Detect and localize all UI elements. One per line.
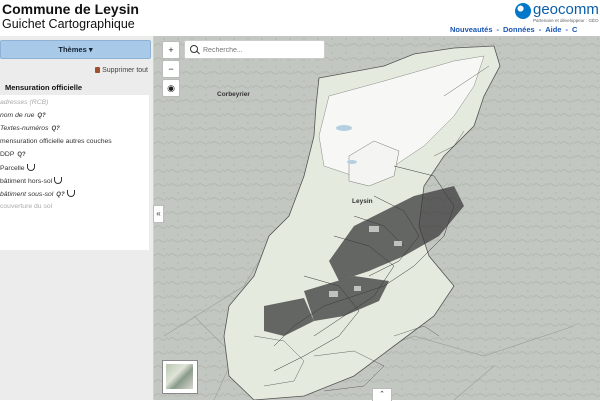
layer-item-textes-numeros[interactable]: Textes-numéros Q? <box>0 125 60 132</box>
logo-tagline: Partenaire et développeur : GÉO <box>533 18 599 23</box>
page-subtitle: Guichet Cartographique <box>2 17 135 31</box>
magnet-icon[interactable] <box>54 177 63 184</box>
top-nav: Nouveautés - Données - Aide - C <box>450 25 577 34</box>
remove-all-label: Supprimer tout <box>102 67 148 74</box>
nav-separator: - <box>565 25 568 34</box>
magnet-icon[interactable] <box>26 164 35 171</box>
nav-nouveautes[interactable]: Nouveautés <box>450 25 493 34</box>
layer-label: Textes-numéros <box>0 125 49 132</box>
sidebar: Thèmes ▾ Supprimer tout Mensuration offi… <box>0 36 154 400</box>
layer-item-couverture-du-sol[interactable]: couverture du sol <box>0 203 52 210</box>
remove-all-button[interactable]: Supprimer tout <box>95 67 148 74</box>
layer-item-batiment-sous-sol[interactable]: bâtiment sous-sol Q? <box>0 190 75 198</box>
search-input[interactable] <box>201 43 323 57</box>
logo-icon <box>515 3 531 19</box>
search-field[interactable] <box>184 40 325 59</box>
logo-text: geocomm <box>533 1 599 18</box>
page-title: Commune de Leysin <box>2 1 139 17</box>
search-icon <box>190 45 198 53</box>
layer-label: bâtiment hors-sol <box>0 178 53 185</box>
zoom-out-button[interactable]: − <box>162 60 180 78</box>
locate-button[interactable]: ◉ <box>162 79 180 97</box>
map-label-corbeyrier: Corbeyrier <box>217 91 250 98</box>
magnet-icon[interactable] <box>66 190 75 197</box>
map-label-leysin: Leysin <box>352 198 373 205</box>
layer-label: Parcelle <box>0 165 25 172</box>
layer-item-parcelle[interactable]: Parcelle <box>0 164 35 172</box>
layer-item-mo-autres-couches[interactable]: mensuration officielle autres couches <box>0 138 112 145</box>
nav-contact[interactable]: C <box>572 25 577 34</box>
layer-label: adresses (RCB) <box>0 99 49 106</box>
header: Commune de Leysin Guichet Cartographique… <box>0 0 600 36</box>
query-icon[interactable]: Q? <box>51 126 59 132</box>
query-icon[interactable]: Q? <box>37 113 45 119</box>
minimap-thumbnail <box>166 364 193 389</box>
query-icon[interactable]: Q? <box>56 192 64 198</box>
layer-item-nom-de-rue[interactable]: nom de rue Q? <box>0 112 46 119</box>
layer-item-adresses[interactable]: adresses (RCB) <box>0 99 48 106</box>
nav-donnees[interactable]: Données <box>503 25 535 34</box>
zoom-in-button[interactable]: + <box>162 41 180 59</box>
layer-label: bâtiment sous-sol <box>0 191 54 198</box>
layer-label: DDP <box>0 151 15 158</box>
query-icon[interactable]: Q? <box>17 152 25 158</box>
layer-label: nom de rue <box>0 112 35 119</box>
layer-item-batiment-hors-sol[interactable]: bâtiment hors-sol <box>0 177 63 185</box>
trash-icon <box>95 67 101 73</box>
themes-button[interactable]: Thèmes ▾ <box>0 40 151 59</box>
overview-minimap[interactable] <box>162 360 198 394</box>
layer-label: couverture du sol <box>0 203 53 210</box>
sidebar-collapse-button[interactable]: « <box>153 205 164 223</box>
bottom-panel-toggle[interactable]: ⌃ <box>372 388 392 401</box>
nav-separator: - <box>538 25 542 34</box>
nav-separator: - <box>496 25 500 34</box>
layer-item-ddp[interactable]: DDP Q? <box>0 151 26 158</box>
layer-group-title[interactable]: Mensuration officielle <box>5 83 82 92</box>
nav-aide[interactable]: Aide <box>545 25 561 34</box>
layer-label: mensuration officielle autres couches <box>0 138 112 145</box>
layer-list: adresses (RCB) nom de rue Q? Textes-numér… <box>0 95 149 250</box>
